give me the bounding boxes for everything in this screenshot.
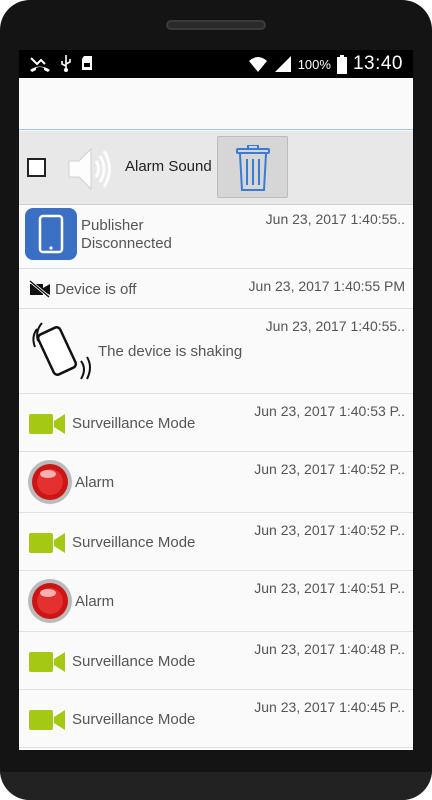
event-time: Jun 23, 2017 1:40:45 P..	[254, 699, 405, 715]
event-label: Surveillance Mode	[72, 711, 196, 728]
event-time: Jun 23, 2017 1:40:53 P..	[254, 403, 405, 419]
speaker-icon	[68, 147, 111, 191]
event-time: Jun 23, 2017 1:40:48 P..	[254, 641, 405, 657]
battery-icon	[336, 54, 347, 74]
action-bar	[19, 78, 413, 130]
event-label: Surveillance Mode	[72, 415, 196, 432]
video-camera-icon	[29, 710, 65, 730]
video-off-icon	[29, 280, 50, 298]
signal-icon	[274, 56, 291, 72]
phone-frame: 100% 13:40 Alarm Sound Publisher Disconn…	[0, 0, 432, 800]
event-time: Jun 23, 2017 1:40:55 PM	[248, 278, 405, 294]
clock: 13:40	[352, 53, 403, 74]
trash-icon	[236, 145, 270, 191]
filter-checkbox[interactable]	[27, 158, 46, 177]
status-bar: 100% 13:40	[19, 50, 413, 78]
event-time: Jun 23, 2017 1:40:52 P..	[254, 522, 405, 538]
list-item[interactable]: The device is shaking Jun 23, 2017 1:40:…	[19, 309, 413, 394]
event-label: Surveillance Mode	[72, 653, 196, 670]
list-item[interactable]: Alarm Jun 23, 2017 1:40:51 P..	[19, 571, 413, 632]
screen: 100% 13:40 Alarm Sound Publisher Disconn…	[19, 50, 413, 750]
battery-percent: 100%	[297, 56, 331, 72]
list-item[interactable]: Publisher Disconnected Jun 23, 2017 1:40…	[19, 205, 413, 269]
missed-call-icon	[30, 57, 50, 72]
phone-bottom-bezel	[0, 772, 432, 800]
filter-label: Alarm Sound	[125, 158, 212, 175]
list-item[interactable]: Surveillance Mode Jun 23, 2017 1:40:52 P…	[19, 513, 413, 571]
list-item[interactable]: Surveillance Mode Jun 23, 2017 1:40:45 P…	[19, 690, 413, 748]
event-time: Jun 23, 2017 1:40:55..	[265, 211, 405, 227]
list-item[interactable]: Alarm Jun 23, 2017 1:40:52 P..	[19, 452, 413, 513]
list-item[interactable]: Device is off Jun 23, 2017 1:40:55 PM	[19, 269, 413, 309]
event-time: Jun 23, 2017 1:40:51 P..	[254, 580, 405, 596]
sd-card-icon	[82, 56, 92, 70]
video-camera-icon	[29, 533, 65, 553]
event-label: Publisher	[81, 217, 144, 234]
alarm-light-icon	[28, 579, 72, 623]
event-label: Surveillance Mode	[72, 534, 196, 551]
event-label: Alarm	[75, 474, 115, 491]
wifi-icon	[248, 57, 267, 72]
event-label-line2: Disconnected	[81, 235, 172, 252]
earpiece-speaker	[166, 20, 266, 30]
delete-button[interactable]	[217, 136, 288, 198]
event-list: Publisher Disconnected Jun 23, 2017 1:40…	[19, 205, 413, 748]
video-camera-icon	[29, 414, 65, 434]
event-label: The device is shaking	[98, 343, 243, 360]
usb-icon	[61, 55, 71, 72]
alarm-light-icon	[28, 460, 72, 504]
filter-row: Alarm Sound	[19, 131, 413, 205]
event-time: Jun 23, 2017 1:40:55..	[265, 318, 405, 334]
phone-shaking-icon	[32, 322, 91, 380]
event-label: Device is off	[55, 281, 137, 298]
video-camera-icon	[29, 652, 65, 672]
tablet-icon	[25, 208, 77, 260]
event-time: Jun 23, 2017 1:40:52 P..	[254, 461, 405, 477]
event-label: Alarm	[75, 593, 115, 610]
list-item[interactable]: Surveillance Mode Jun 23, 2017 1:40:48 P…	[19, 632, 413, 690]
list-item[interactable]: Surveillance Mode Jun 23, 2017 1:40:53 P…	[19, 394, 413, 452]
